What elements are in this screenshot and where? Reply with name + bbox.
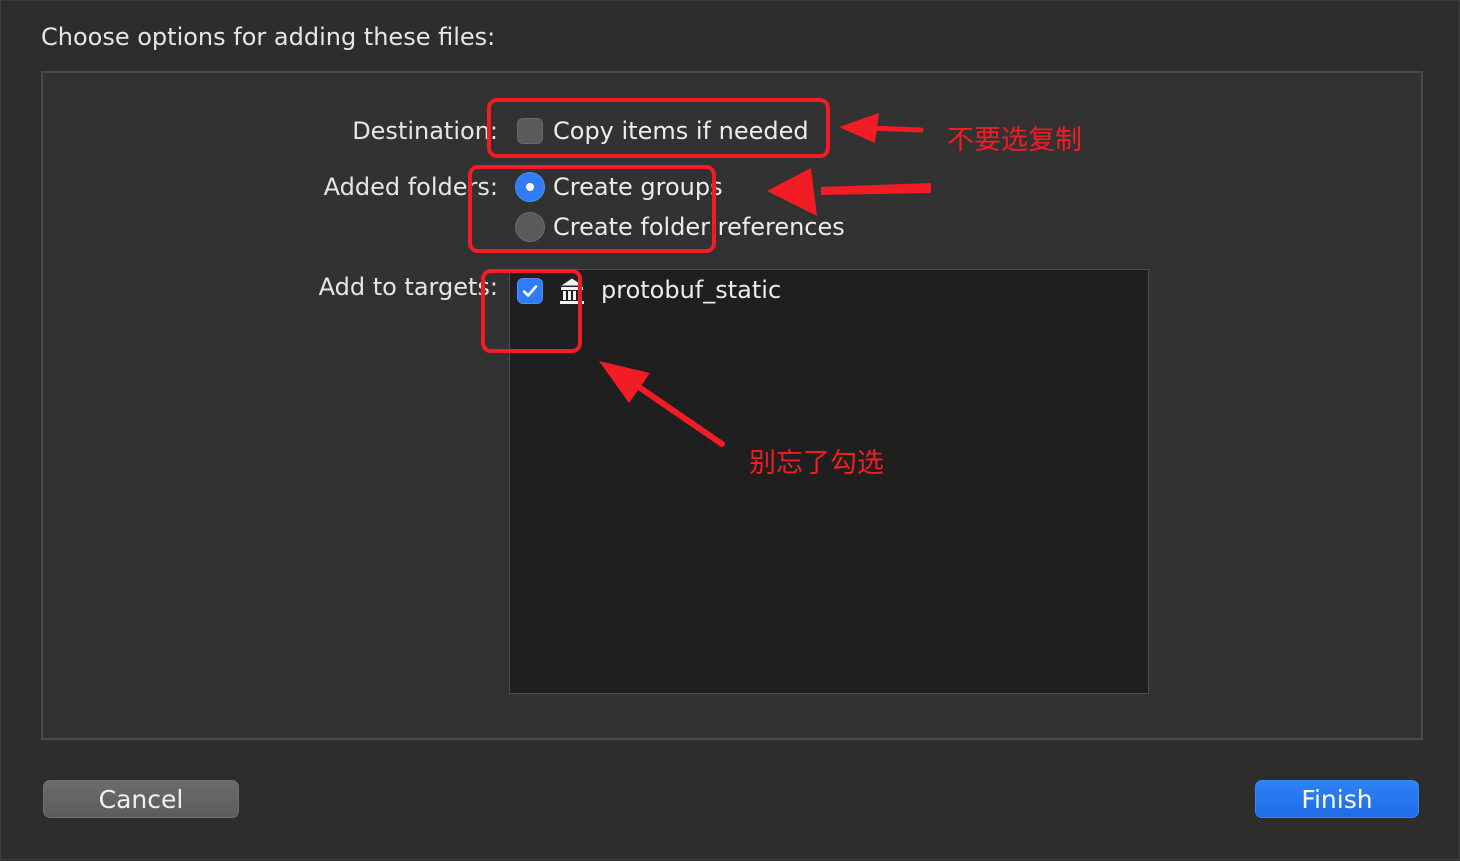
add-to-targets-label: Add to targets: <box>318 273 498 301</box>
target-name-protobuf-static[interactable]: protobuf_static <box>601 276 781 304</box>
cancel-button[interactable]: Cancel <box>43 780 239 818</box>
targets-list[interactable] <box>509 269 1149 694</box>
finish-button[interactable]: Finish <box>1255 780 1419 818</box>
annotation-target-note: 别忘了勾选 <box>749 448 884 479</box>
annotation-box-added-folders <box>468 165 716 253</box>
annotation-box-target-checkbox <box>481 269 582 353</box>
destination-label: Destination: <box>352 117 498 145</box>
add-files-dialog: Choose options for adding these files: D… <box>0 0 1460 860</box>
dialog-title: Choose options for adding these files: <box>41 23 496 51</box>
annotation-box-destination <box>487 98 830 158</box>
annotation-copy-note: 不要选复制 <box>947 125 1082 156</box>
